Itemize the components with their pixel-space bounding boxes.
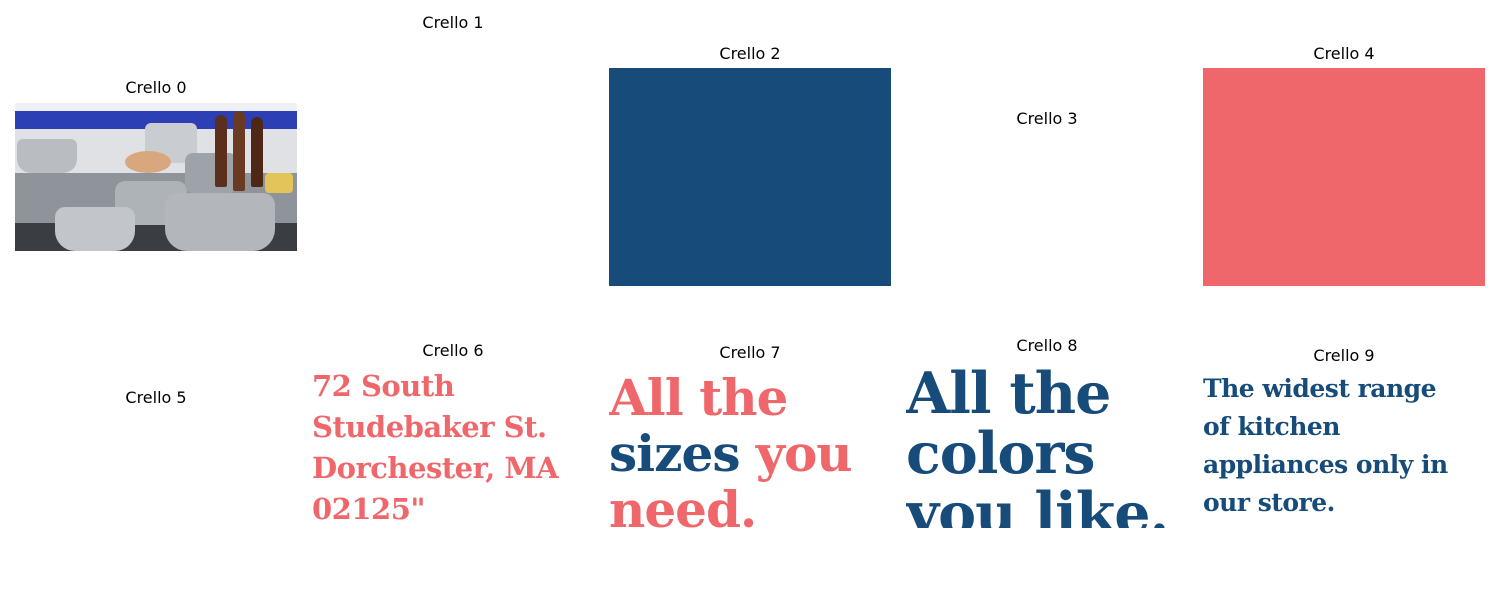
tile-7-line: need. [609, 480, 891, 529]
tile-7-label: Crello 7 [719, 343, 781, 362]
tile-2-label: Crello 2 [719, 44, 781, 63]
tile-8-line: you like. [906, 480, 1169, 529]
tile-7-line: All the [609, 370, 891, 426]
tile-9-tagline-text: The widest range of kitchen appliances o… [1203, 370, 1485, 526]
tile-7-word: you [755, 424, 853, 483]
tile-7-word: All the [609, 370, 788, 427]
tile-9-line: The widest range [1203, 374, 1437, 403]
tile-0-label: Crello 0 [125, 78, 187, 97]
tile-9-line: appliances only in [1203, 450, 1448, 479]
tile-6-line: 02125" [312, 492, 426, 526]
tile-6-label: Crello 6 [422, 341, 484, 360]
tile-6-line: Studebaker St. [312, 410, 547, 444]
cookware-photo-icon [15, 103, 297, 251]
tile-8-label: Crello 8 [1016, 336, 1078, 355]
tile-4-label: Crello 4 [1313, 44, 1375, 63]
tile-7-word: sizes [609, 424, 756, 483]
tile-1-label: Crello 1 [422, 13, 484, 32]
tile-8-line: All the [906, 364, 1111, 427]
tile-2-color-block [609, 68, 891, 286]
tile-8-headline-text: All the colors you like. [906, 364, 1188, 528]
tile-9-line: our store. [1203, 488, 1335, 517]
tile-7-line: sizes you [609, 426, 891, 482]
tile-4-color-block [1203, 68, 1485, 286]
tile-8-line: colors [906, 420, 1096, 487]
tile-9-label: Crello 9 [1313, 346, 1375, 365]
tile-7-word: need. [609, 480, 757, 529]
tile-5-label: Crello 5 [125, 388, 187, 407]
tile-3-label: Crello 3 [1016, 109, 1078, 128]
tile-6-line: Dorchester, MA [312, 451, 559, 485]
tile-9-line: of kitchen [1203, 412, 1340, 441]
tile-7-headline-text: All the sizes you need. [609, 370, 891, 528]
tile-6-address-text: 72 South Studebaker St. Dorchester, MA 0… [312, 366, 594, 526]
tile-6-line: 72 South [312, 369, 455, 403]
